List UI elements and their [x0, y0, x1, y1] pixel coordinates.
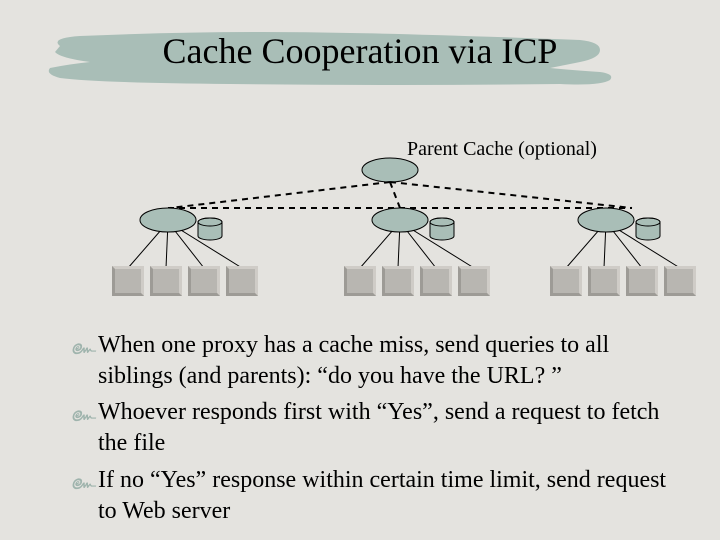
- bullet-icon: ๛: [70, 330, 98, 360]
- proxy-cluster: [112, 208, 258, 296]
- bullet-text: If no “Yes” response within certain time…: [98, 465, 670, 526]
- bullet-icon: ๛: [70, 465, 98, 495]
- client-box: [664, 266, 696, 296]
- sibling-proxy-node: [372, 208, 428, 232]
- parent-to-sibling-line: [390, 182, 400, 208]
- bullet-item: ๛ Whoever responds first with “Yes”, sen…: [70, 397, 670, 458]
- sibling-proxy-node: [140, 208, 196, 232]
- bullet-text: When one proxy has a cache miss, send qu…: [98, 330, 670, 391]
- slide: Cache Cooperation via ICP Parent Cache (…: [0, 0, 720, 540]
- client-box: [344, 266, 376, 296]
- client-box: [626, 266, 658, 296]
- client-box: [226, 266, 258, 296]
- client-box: [588, 266, 620, 296]
- client-box: [112, 266, 144, 296]
- bullet-text: Whoever responds first with “Yes”, send …: [98, 397, 670, 458]
- parent-proxy-node: [362, 158, 418, 182]
- cache-cylinder-icon: [430, 218, 454, 240]
- cache-cylinder-icon: [198, 218, 222, 240]
- client-box: [382, 266, 414, 296]
- parent-to-sibling-line: [390, 182, 632, 208]
- sibling-proxy-node: [578, 208, 634, 232]
- parent-to-sibling-line: [170, 182, 390, 208]
- client-box: [188, 266, 220, 296]
- client-box: [550, 266, 582, 296]
- bullet-item: ๛ When one proxy has a cache miss, send …: [70, 330, 670, 391]
- cache-cylinder-icon: [636, 218, 660, 240]
- bullet-list: ๛ When one proxy has a cache miss, send …: [70, 330, 670, 532]
- client-box: [150, 266, 182, 296]
- client-box: [458, 266, 490, 296]
- proxy-cluster: [550, 208, 696, 296]
- bullet-item: ๛ If no “Yes” response within certain ti…: [70, 465, 670, 526]
- bullet-icon: ๛: [70, 397, 98, 427]
- proxy-cluster: [344, 208, 490, 296]
- client-box: [420, 266, 452, 296]
